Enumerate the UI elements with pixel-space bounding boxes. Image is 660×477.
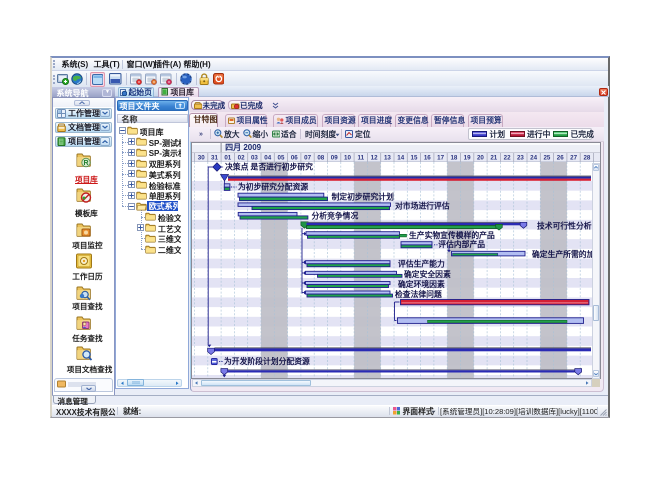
svg-text:R: R — [83, 160, 88, 167]
